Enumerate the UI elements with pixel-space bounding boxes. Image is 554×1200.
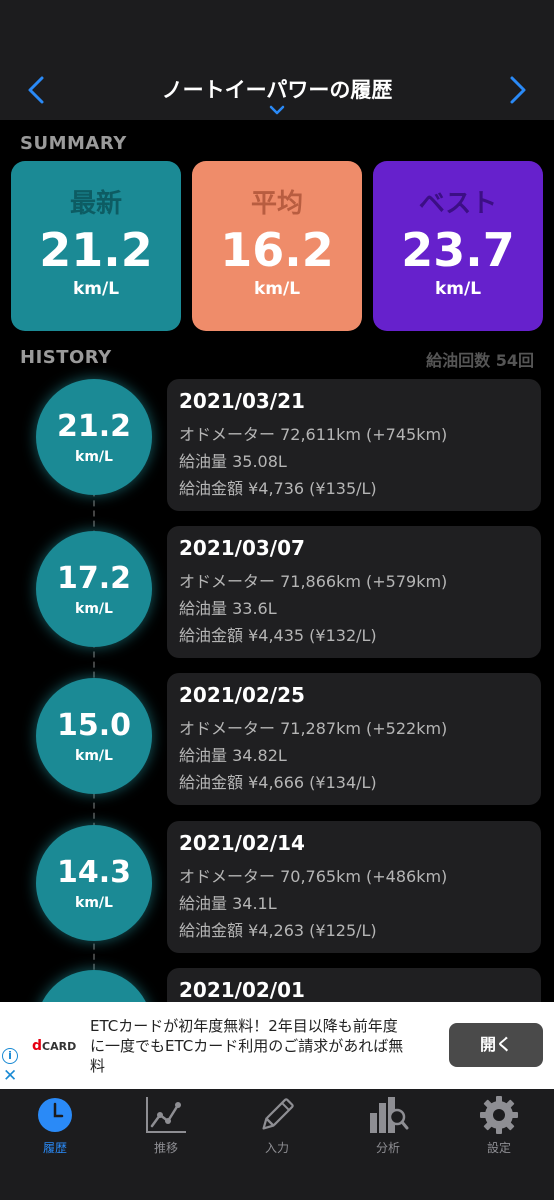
efficiency-circle[interactable]: 17.2 km/L <box>36 531 152 647</box>
efficiency-value: 15.0 <box>56 708 132 743</box>
tab-input[interactable]: 入力 <box>222 1095 332 1155</box>
summary-label: SUMMARY <box>20 133 127 154</box>
ad-brand-text: CARD <box>42 1040 77 1053</box>
efficiency-value: 14.3 <box>56 855 132 890</box>
entry-fuel: 給油量 35.08L <box>179 452 287 471</box>
page-title[interactable]: ノートイーパワーの履歴 <box>0 74 554 104</box>
tab-label: 入力 <box>264 1141 289 1155</box>
entry-odometer: オドメーター 71,866km (+579km) <box>179 572 448 591</box>
tab-label: 履歴 <box>42 1141 67 1155</box>
ad-open-button[interactable]: 開く <box>449 1023 543 1067</box>
average-unit: km/L <box>253 279 301 299</box>
entry-odometer: オドメーター 72,611km (+745km) <box>179 425 448 444</box>
tab-label: 設定 <box>486 1141 511 1155</box>
best-card: ベスト 23.7 km/L <box>373 161 543 331</box>
ad-brand-d: d <box>32 1038 43 1054</box>
entry-date: 2021/02/25 <box>179 683 305 707</box>
entry-date: 2021/02/14 <box>179 831 305 855</box>
efficiency-value: 17.2 <box>56 561 132 596</box>
best-value: 23.7 <box>401 223 515 277</box>
efficiency-unit: km/L <box>75 601 113 617</box>
history-entry[interactable]: 2021/02/14 オドメーター 70,765km (+486km) 給油量 … <box>167 821 541 953</box>
average-value: 16.2 <box>220 223 334 277</box>
history-entry[interactable]: 2021/03/21 オドメーター 72,611km (+745km) 給油量 … <box>167 379 541 511</box>
tab-history[interactable]: 履歴 <box>0 1095 110 1155</box>
entry-date: 2021/03/21 <box>179 389 305 413</box>
latest-label: 最新 <box>69 189 122 219</box>
best-label: ベスト <box>418 189 498 219</box>
entry-fuel: 給油量 34.1L <box>179 894 277 913</box>
tab-bar: 履歴 推移 入力 分析 設定 <box>0 1089 554 1200</box>
latest-card: 最新 21.2 km/L <box>11 161 181 331</box>
latest-unit: km/L <box>72 279 120 299</box>
entry-odometer: オドメーター 70,765km (+486km) <box>179 867 448 886</box>
tab-settings[interactable]: 設定 <box>444 1095 554 1155</box>
efficiency-circle[interactable]: 15.0 km/L <box>36 678 152 794</box>
history-entry[interactable]: 2021/03/07 オドメーター 71,866km (+579km) 給油量 … <box>167 526 541 658</box>
entry-cost: 給油金額 ¥4,666 (¥134/L) <box>179 773 377 792</box>
navigation-bar: ノートイーパワーの履歴 <box>0 0 554 120</box>
ad-brand-logo: dCARD <box>32 1038 76 1054</box>
efficiency-unit: km/L <box>75 748 113 764</box>
ad-banner[interactable]: i ✕ dCARD ETCカードが初年度無料！2年目以降も前年度に一度でもETC… <box>0 1002 554 1089</box>
efficiency-unit: km/L <box>75 449 113 465</box>
entry-cost: 給油金額 ¥4,435 (¥132/L) <box>179 626 377 645</box>
chevron-down-icon[interactable] <box>268 104 286 116</box>
clock-icon <box>38 1098 72 1132</box>
info-icon[interactable]: i <box>2 1048 18 1064</box>
chevron-right-icon[interactable] <box>498 70 538 110</box>
efficiency-unit: km/L <box>75 895 113 911</box>
efficiency-circle[interactable]: 14.3 km/L <box>36 825 152 941</box>
history-label: HISTORY <box>20 347 112 368</box>
best-unit: km/L <box>434 279 482 299</box>
gear-icon <box>480 1096 518 1134</box>
tab-label: 推移 <box>153 1141 178 1155</box>
efficiency-value: 21.2 <box>56 409 132 444</box>
entry-fuel: 給油量 34.82L <box>179 746 287 765</box>
tab-trend[interactable]: 推移 <box>111 1095 221 1155</box>
pencil-icon <box>262 1098 294 1130</box>
history-entry[interactable]: 2021/02/25 オドメーター 71,287km (+522km) 給油量 … <box>167 673 541 805</box>
average-card: 平均 16.2 km/L <box>192 161 362 331</box>
entry-cost: 給油金額 ¥4,736 (¥135/L) <box>179 479 377 498</box>
latest-value: 21.2 <box>39 223 153 277</box>
average-label: 平均 <box>250 189 303 219</box>
line-chart-icon <box>146 1097 186 1133</box>
entry-cost: 給油金額 ¥4,263 (¥125/L) <box>179 921 377 940</box>
entry-fuel: 給油量 33.6L <box>179 599 277 618</box>
close-icon[interactable]: ✕ <box>3 1066 17 1086</box>
entry-odometer: オドメーター 71,287km (+522km) <box>179 719 448 738</box>
entry-date: 2021/02/01 <box>179 978 305 1002</box>
tab-label: 分析 <box>375 1141 400 1155</box>
tab-analysis[interactable]: 分析 <box>333 1095 443 1155</box>
efficiency-circle[interactable]: 21.2 km/L <box>36 379 152 495</box>
ad-text: ETCカードが初年度無料！2年目以降も前年度に一度でもETCカード利用のご請求が… <box>90 1017 404 1075</box>
bar-chart-search-icon <box>370 1097 409 1133</box>
entry-date: 2021/03/07 <box>179 536 305 560</box>
refuel-count: 給油回数 54回 <box>426 351 534 370</box>
